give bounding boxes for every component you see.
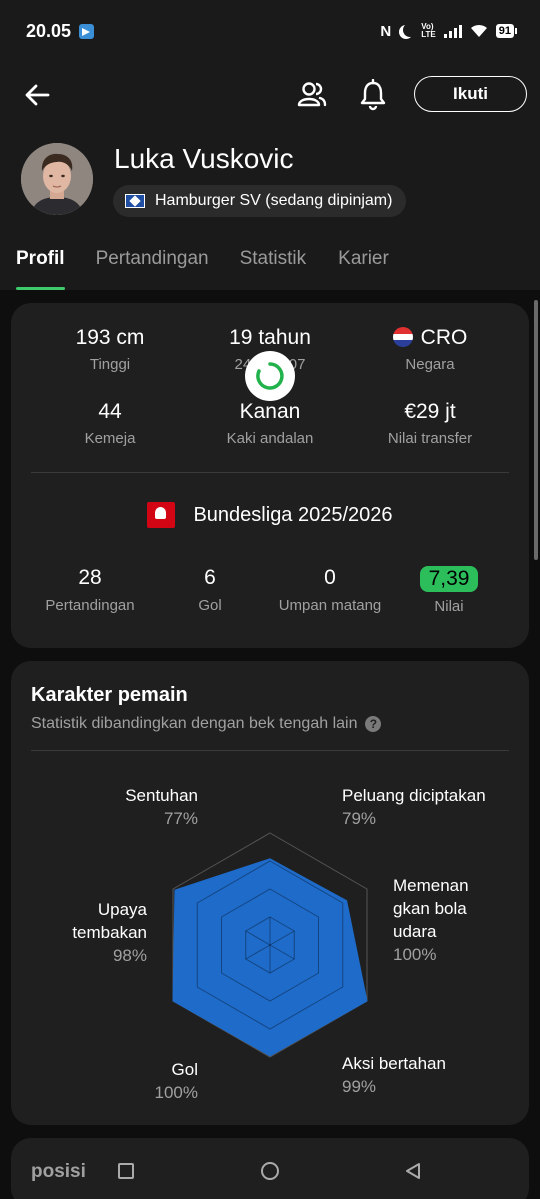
character-divider xyxy=(31,750,509,751)
height-info: 193 cm Tinggi xyxy=(35,326,185,373)
character-subtitle-row: Statistik dibandingkan dengan bek tengah… xyxy=(31,715,382,733)
transfer-label: Nilai transfer xyxy=(387,430,473,447)
player-avatar xyxy=(21,143,93,215)
axis-name: Sentuhan xyxy=(125,786,198,805)
transfer-info: €29 jt Nilai transfer xyxy=(355,400,505,447)
bundesliga-logo-icon xyxy=(147,502,176,528)
recent-apps-button[interactable] xyxy=(118,1163,134,1179)
league-header[interactable]: Bundesliga 2025/2026 xyxy=(0,502,540,528)
axis-label-aksi: Aksi bertahan 99% xyxy=(342,1052,446,1098)
tab-profil[interactable]: Profil xyxy=(16,238,65,290)
shirt-value: 44 xyxy=(98,400,122,423)
axis-pct: 77% xyxy=(163,809,198,828)
age-value: 19 tahun xyxy=(229,326,311,349)
height-label: Tinggi xyxy=(89,356,131,373)
spinner-icon xyxy=(256,362,284,390)
goals-value: 6 xyxy=(204,566,216,589)
club-chip[interactable]: Hamburger SV (sedang dipinjam) xyxy=(113,185,407,217)
hamburger-sv-logo-icon xyxy=(125,194,145,208)
croatia-flag-icon xyxy=(392,327,413,347)
foot-label: Kaki andalan xyxy=(226,430,314,447)
position-label: posisi xyxy=(31,1161,86,1182)
axis-pct: 99% xyxy=(342,1077,377,1096)
signal-icon xyxy=(443,24,462,38)
axis-pct: 100% xyxy=(393,945,437,964)
shirt-label: Kemeja xyxy=(84,430,136,447)
radar-chart xyxy=(172,832,368,1058)
shirt-info: 44 Kemeja xyxy=(35,400,185,447)
assists-value: 0 xyxy=(324,566,336,589)
home-button[interactable] xyxy=(261,1162,279,1180)
league-name: Bundesliga 2025/2026 xyxy=(193,503,393,526)
follow-button[interactable]: Ikuti xyxy=(414,76,527,112)
tab-statistik[interactable]: Statistik xyxy=(240,238,307,290)
axis-name-line: Memenan xyxy=(393,876,469,895)
axis-name-line: Upaya xyxy=(97,900,147,919)
help-icon[interactable]: ? xyxy=(365,716,382,732)
top-app-bar: Ikuti xyxy=(0,70,540,120)
rating-label: Nilai xyxy=(434,598,464,615)
club-name: Hamburger SV (sedang dipinjam) xyxy=(155,192,393,209)
status-time: 20.05 xyxy=(26,20,72,41)
rating-badge: 7,39 xyxy=(419,566,479,592)
notification-bell-icon[interactable] xyxy=(358,79,388,111)
player-photo xyxy=(21,143,93,215)
tab-karier[interactable]: Karier xyxy=(338,238,389,290)
country-info: CRO Negara xyxy=(355,326,505,373)
height-value: 193 cm xyxy=(75,326,145,349)
character-subtitle: Statistik dibandingkan dengan bek tengah… xyxy=(31,715,358,732)
battery-icon: 91 xyxy=(495,24,518,38)
back-arrow-icon[interactable] xyxy=(22,80,52,110)
tab-pertandingan[interactable]: Pertandingan xyxy=(96,238,209,290)
axis-name-line: udara xyxy=(393,922,437,941)
axis-name-line: gkan bola xyxy=(393,899,467,918)
transfer-value: €29 jt xyxy=(404,400,456,423)
country-label: Negara xyxy=(405,356,455,373)
nfc-icon: N xyxy=(380,22,392,40)
axis-pct: 79% xyxy=(342,809,377,828)
profile-tabs: Profil Pertandingan Statistik Karier xyxy=(0,238,540,290)
axis-name: Aksi bertahan xyxy=(342,1054,446,1073)
axis-label-sentuhan: Sentuhan 77% xyxy=(122,784,198,830)
axis-name: Gol xyxy=(171,1060,198,1079)
status-bar: 20.05 N Vo) LTE 91 xyxy=(0,0,540,64)
stat-rating: 7,39 Nilai xyxy=(374,566,524,615)
telegram-notification-icon xyxy=(79,23,95,39)
character-title: Karakter pemain xyxy=(31,684,188,706)
axis-label-udara: Memenan gkan bola udara 100% xyxy=(393,874,469,966)
axis-label-upaya: Upaya tembakan 98% xyxy=(60,898,147,967)
player-name: Luka Vuskovic xyxy=(114,143,294,174)
axis-name: Peluang diciptakan xyxy=(342,786,486,805)
foot-info: Kanan Kaki andalan xyxy=(195,400,345,447)
axis-label-peluang: Peluang diciptakan 79% xyxy=(342,784,486,830)
axis-pct: 98% xyxy=(112,946,147,965)
axis-label-gol: Gol 100% xyxy=(140,1058,198,1104)
loading-spinner xyxy=(245,351,295,401)
volte-icon: Vo) LTE xyxy=(421,22,436,39)
wifi-icon xyxy=(470,24,487,37)
axis-pct: 100% xyxy=(154,1083,198,1102)
foot-value: Kanan xyxy=(239,400,301,423)
system-back-icon[interactable] xyxy=(404,1162,422,1180)
do-not-disturb-icon xyxy=(403,23,417,37)
axis-name-line: tembakan xyxy=(72,923,147,942)
compare-players-icon[interactable] xyxy=(296,80,328,110)
country-value: CRO xyxy=(420,326,468,349)
matches-value: 28 xyxy=(78,566,102,589)
info-divider xyxy=(31,472,509,473)
